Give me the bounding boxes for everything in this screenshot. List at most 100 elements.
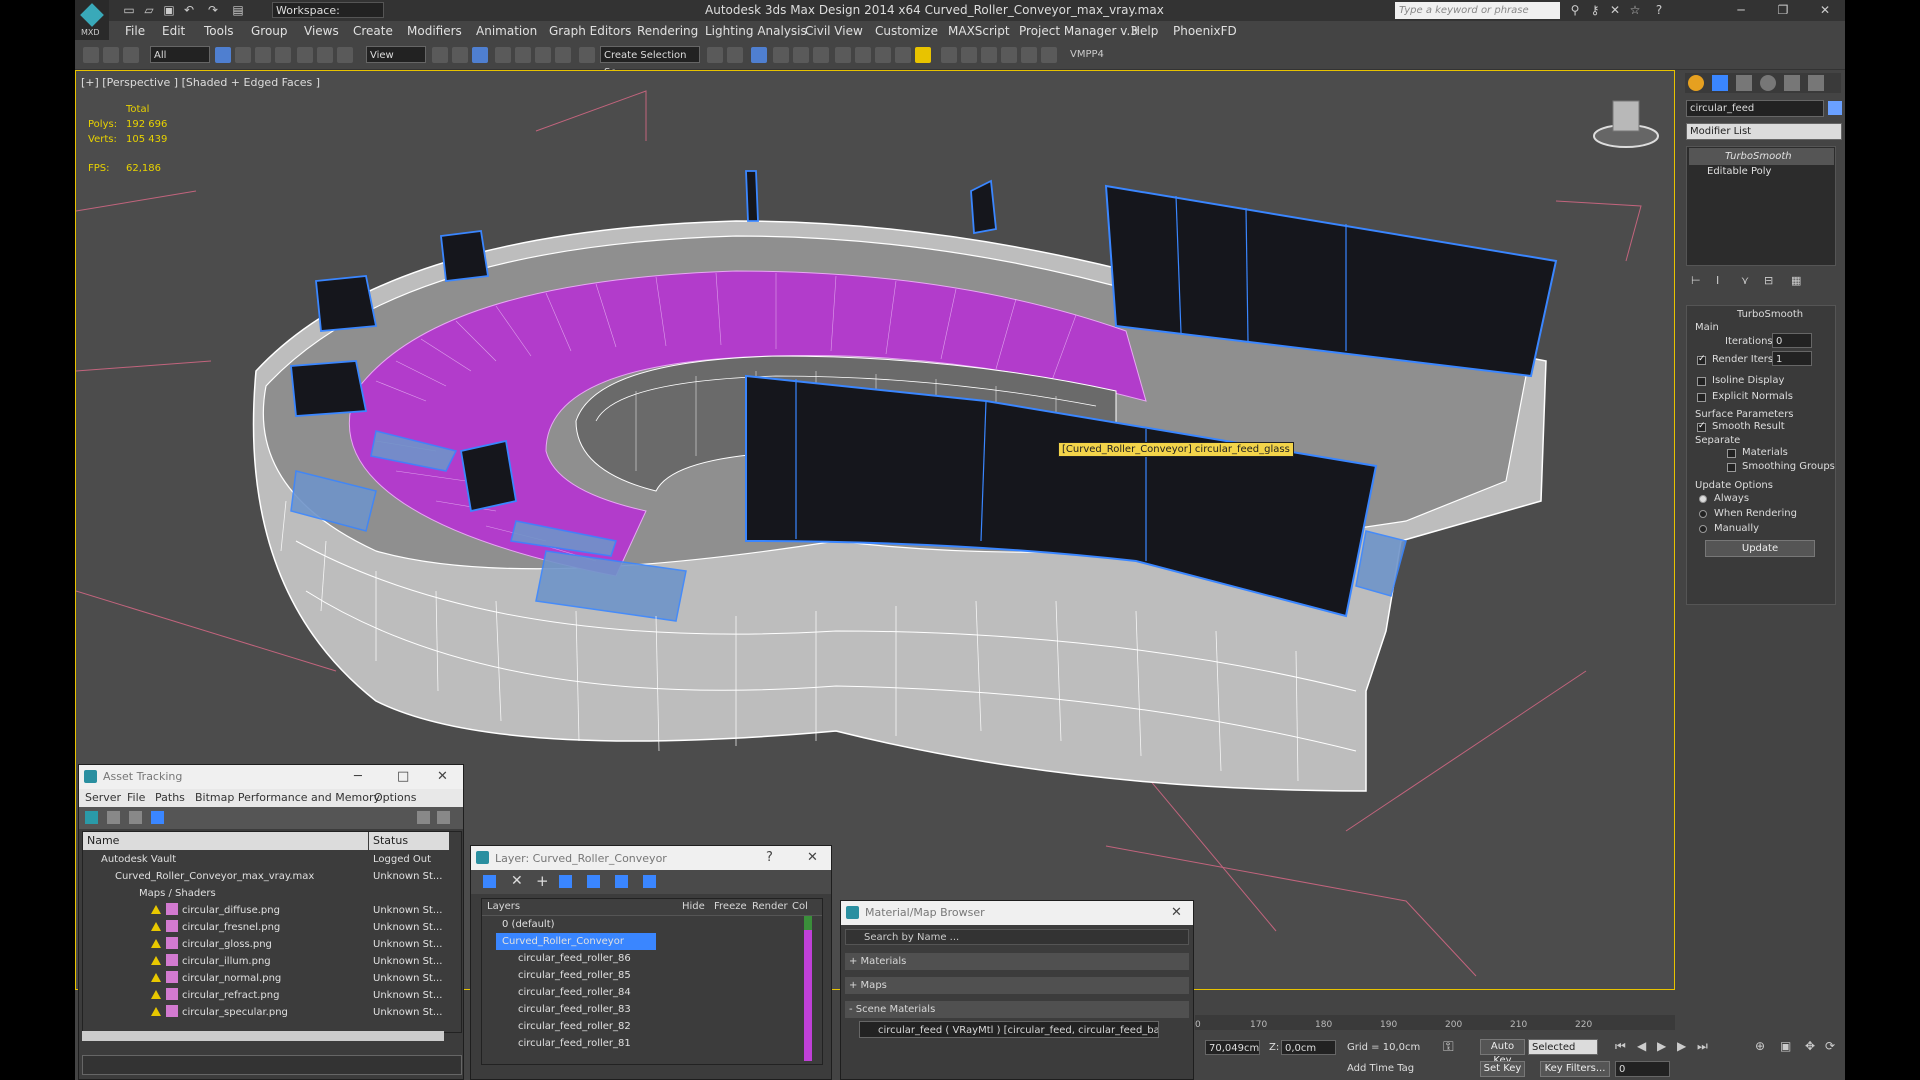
- render-iters-spinner[interactable]: 1: [1772, 351, 1812, 366]
- star-icon[interactable]: ☆: [1627, 2, 1643, 18]
- binoculars-icon[interactable]: ⚲: [1567, 2, 1583, 18]
- separate-materials-checkbox[interactable]: [1727, 449, 1736, 458]
- layer-row-roller-83[interactable]: circular_feed_roller_83: [518, 1001, 631, 1018]
- explicit-normals-checkbox[interactable]: [1697, 393, 1706, 402]
- separate-smoothing-checkbox[interactable]: [1727, 463, 1736, 472]
- delete-layer-icon[interactable]: ✕: [511, 873, 523, 889]
- schematic-view-icon[interactable]: [813, 47, 829, 63]
- snaps-toggle-icon[interactable]: [495, 47, 511, 63]
- scale-icon[interactable]: [337, 47, 353, 63]
- link-icon[interactable]: [83, 47, 99, 63]
- reference-coordinate-dropdown[interactable]: View: [366, 46, 426, 63]
- display-tab-icon[interactable]: [1784, 75, 1800, 91]
- bind-space-warp-icon[interactable]: [123, 47, 139, 63]
- layer-row-roller-81[interactable]: circular_feed_roller_81: [518, 1035, 631, 1052]
- go-to-end-icon[interactable]: ⏭: [1697, 1039, 1708, 1054]
- column-color[interactable]: Col: [792, 901, 808, 912]
- save-file-icon[interactable]: ▣: [161, 2, 177, 18]
- menu-phoenixfd[interactable]: PhoenixFD: [1173, 24, 1237, 38]
- add-to-layer-icon[interactable]: +: [536, 872, 549, 890]
- redo-icon[interactable]: ↷: [205, 2, 221, 18]
- menu-lighting-analysis[interactable]: Lighting Analysis: [705, 24, 807, 38]
- next-frame-icon[interactable]: ▶: [1677, 1039, 1686, 1053]
- menu-graph-editors[interactable]: Graph Editors: [549, 24, 631, 38]
- menu-modifiers[interactable]: Modifiers: [407, 24, 462, 38]
- refresh-icon[interactable]: [85, 811, 98, 824]
- isoline-display-checkbox[interactable]: [1697, 377, 1706, 386]
- menu-edit[interactable]: Edit: [162, 24, 185, 38]
- material-search-input[interactable]: Search by Name ...: [845, 929, 1189, 945]
- warning-icon[interactable]: [915, 47, 931, 63]
- menu-animation[interactable]: Animation: [476, 24, 537, 38]
- menu-bitmap-performance[interactable]: Bitmap Performance and Memory: [195, 791, 380, 804]
- menu-paths[interactable]: Paths: [155, 791, 185, 804]
- pin-stack-icon[interactable]: ⊢: [1691, 274, 1701, 287]
- asset-row[interactable]: Curved_Roller_Conveyor_max_vray.max: [83, 868, 368, 885]
- create-layer-icon[interactable]: [483, 875, 496, 888]
- project-folder-icon[interactable]: ▤: [230, 2, 246, 18]
- undo-icon[interactable]: ↶: [181, 2, 197, 18]
- rendered-frame-window-icon[interactable]: [875, 47, 891, 63]
- layer-row-roller-82[interactable]: circular_feed_roller_82: [518, 1018, 631, 1035]
- vray-lights-icon[interactable]: [961, 47, 977, 63]
- menu-views[interactable]: Views: [304, 24, 339, 38]
- minimize-icon[interactable]: ─: [1733, 2, 1749, 18]
- percent-snap-icon[interactable]: [535, 47, 551, 63]
- column-header-name[interactable]: Name: [83, 832, 368, 850]
- asset-row[interactable]: circular_fresnel.png: [83, 919, 368, 936]
- search-input[interactable]: Type a keyword or phrase: [1395, 2, 1560, 19]
- vray-proxy-icon[interactable]: [1001, 47, 1017, 63]
- render-iters-checkbox[interactable]: [1697, 354, 1706, 365]
- menu-tools[interactable]: Tools: [204, 24, 234, 38]
- asset-row[interactable]: circular_illum.png: [83, 953, 368, 970]
- asset-row[interactable]: circular_specular.png: [83, 1004, 368, 1021]
- asset-row[interactable]: circular_refract.png: [83, 987, 368, 1004]
- menu-maxscript[interactable]: MAXScript: [948, 24, 1010, 38]
- orbit-icon[interactable]: ⟳: [1825, 1039, 1835, 1053]
- menu-options[interactable]: Options: [374, 791, 416, 804]
- select-object-icon[interactable]: [215, 47, 231, 63]
- asset-row[interactable]: Maps / Shaders: [83, 885, 368, 902]
- vray-frame-buffer-icon[interactable]: [941, 47, 957, 63]
- help-icon[interactable]: ?: [766, 850, 773, 865]
- previous-frame-icon[interactable]: ◀: [1637, 1039, 1646, 1053]
- object-color-swatch[interactable]: [1828, 101, 1842, 115]
- layer-manager-icon[interactable]: [751, 47, 767, 63]
- list-view-icon[interactable]: [107, 811, 120, 824]
- keyboard-shortcut-toggle-icon[interactable]: [472, 47, 488, 63]
- key-filters-button[interactable]: Key Filters...: [1540, 1061, 1610, 1077]
- select-layer-objects-icon[interactable]: [559, 875, 572, 888]
- close-icon[interactable]: ✕: [807, 850, 818, 865]
- modifier-list-dropdown[interactable]: Modifier List: [1686, 123, 1842, 140]
- table-view-icon[interactable]: [151, 811, 164, 824]
- menu-create[interactable]: Create: [353, 24, 393, 38]
- select-by-name-icon[interactable]: [235, 47, 251, 63]
- layer-color-swatches[interactable]: [804, 916, 812, 1061]
- utilities-tab-icon[interactable]: [1808, 75, 1824, 91]
- menu-customize[interactable]: Customize: [875, 24, 938, 38]
- set-key-button[interactable]: Set Key: [1480, 1061, 1525, 1077]
- menu-file[interactable]: File: [127, 791, 145, 804]
- selection-filter-dropdown[interactable]: All: [150, 46, 210, 63]
- column-header-status[interactable]: Status: [369, 832, 449, 850]
- window-crossing-icon[interactable]: [275, 47, 291, 63]
- modify-tab-icon[interactable]: [1712, 75, 1728, 91]
- group-materials[interactable]: + Materials: [845, 953, 1189, 970]
- close-icon[interactable]: ✕: [437, 769, 448, 784]
- freeze-all-layers-icon[interactable]: [643, 875, 656, 888]
- named-selection-set-dropdown[interactable]: Create Selection Se: [600, 46, 700, 78]
- z-coordinate-field[interactable]: 0,0cm: [1281, 1040, 1336, 1055]
- key-mode-icon[interactable]: ⚿: [1443, 1039, 1454, 1055]
- layer-row-default[interactable]: 0 (default): [502, 916, 802, 933]
- update-manually-radio[interactable]: [1699, 525, 1707, 533]
- close-icon[interactable]: ✕: [1817, 2, 1833, 18]
- asset-row[interactable]: circular_gloss.png: [83, 936, 368, 953]
- asset-hscrollbar[interactable]: [82, 1031, 444, 1041]
- rotate-icon[interactable]: [317, 47, 333, 63]
- rectangular-selection-icon[interactable]: [255, 47, 271, 63]
- close-icon[interactable]: ✕: [1171, 905, 1182, 920]
- minimize-icon[interactable]: ─: [354, 769, 362, 784]
- material-editor-icon[interactable]: [835, 47, 851, 63]
- align-icon[interactable]: [727, 47, 743, 63]
- menu-rendering[interactable]: Rendering: [637, 24, 698, 38]
